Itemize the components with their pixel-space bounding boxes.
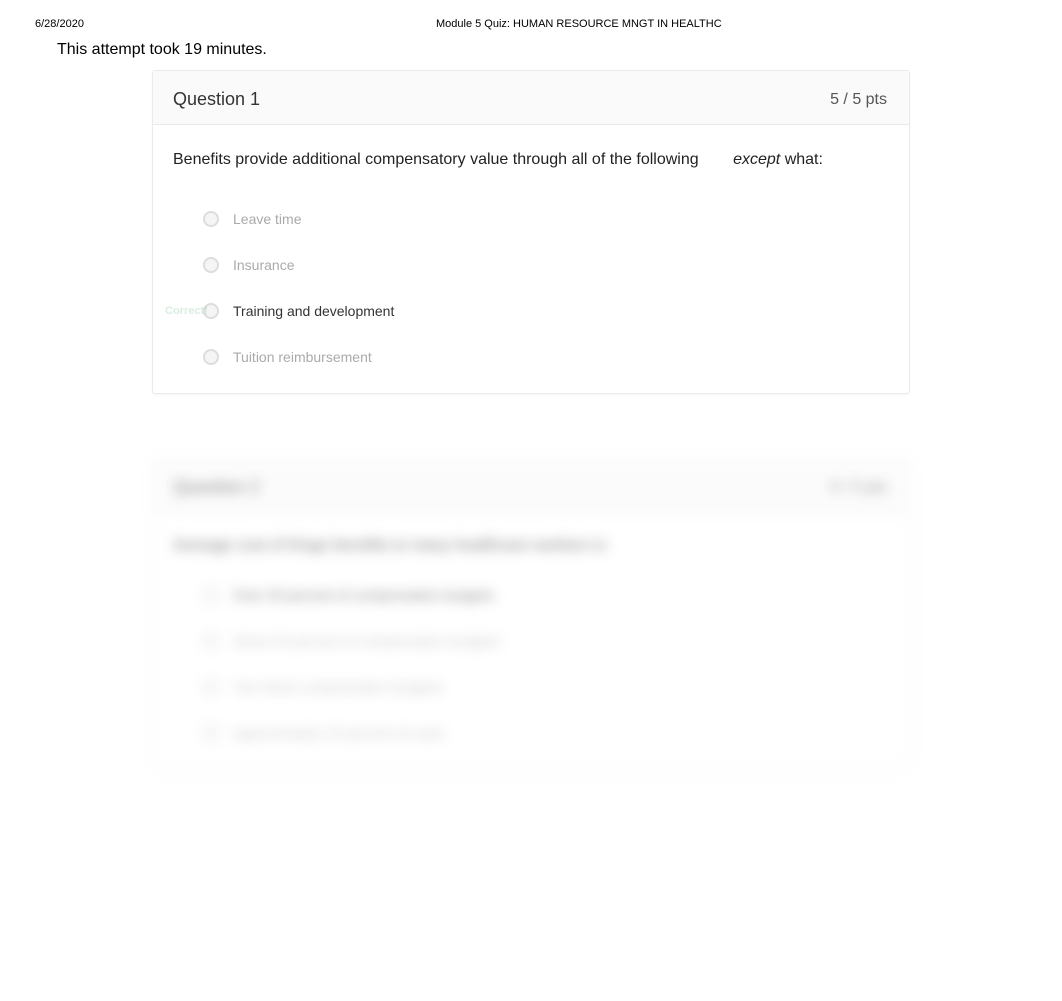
radio-icon: [203, 587, 219, 603]
answer-option: Approximately 15 percent of costs: [173, 713, 889, 753]
question-points: 5 / 5 pts: [830, 479, 887, 497]
answer-option: Leave time: [173, 199, 889, 239]
question-header: Question 1 5 / 5 pts: [153, 71, 909, 125]
question-title: Question 1: [173, 89, 260, 110]
answer-option: Two thirds compensation budgets: [173, 667, 889, 707]
radio-icon: [203, 349, 219, 365]
attempt-duration-text: This attempt took 19 minutes.: [57, 41, 267, 59]
answer-text: Over 30 percent of compensation budgets: [233, 587, 494, 603]
answer-option-correct: Correct! Training and development: [173, 291, 889, 331]
radio-icon: [203, 633, 219, 649]
answer-text: Training and development: [233, 303, 394, 319]
correct-label: Correct!: [165, 305, 208, 317]
question-1-block: Question 1 5 / 5 pts Benefits provide ad…: [152, 70, 910, 394]
answer-option: About 25 percent of compensation budgets: [173, 621, 889, 661]
answer-text: Insurance: [233, 257, 294, 273]
answer-option-correct: Over 30 percent of compensation budgets: [173, 575, 889, 615]
answer-text: Leave time: [233, 211, 301, 227]
answer-option: Tuition reimbursement: [173, 337, 889, 377]
answer-text: Two thirds compensation budgets: [233, 679, 442, 695]
answer-text: About 25 percent of compensation budgets: [233, 633, 500, 649]
radio-icon: [203, 257, 219, 273]
question-text: Benefits provide additional compensatory…: [173, 149, 889, 171]
answer-text: Approximately 15 percent of costs: [233, 725, 444, 741]
question-body: Benefits provide additional compensatory…: [153, 125, 909, 393]
question-body: Over 30 percent of compensation budgets …: [153, 575, 909, 769]
header-title: Module 5 Quiz: HUMAN RESOURCE MNGT IN HE…: [436, 18, 722, 30]
question-points: 5 / 5 pts: [830, 91, 887, 109]
answer-option: Insurance: [173, 245, 889, 285]
question-text-prefix: Benefits provide additional compensatory…: [173, 151, 699, 168]
radio-icon: [203, 679, 219, 695]
radio-icon: [203, 211, 219, 227]
question-text-except: except: [733, 151, 780, 168]
radio-icon: [203, 725, 219, 741]
answer-text: Tuition reimbursement: [233, 349, 372, 365]
question-2-block: Question 2 5 / 5 pts Average cost of fri…: [152, 458, 910, 770]
question-header: Question 2 5 / 5 pts: [153, 459, 909, 513]
header-date: 6/28/2020: [35, 18, 84, 30]
question-text: Average cost of fringe benefits to many …: [153, 513, 909, 575]
question-text-suffix: what:: [785, 151, 823, 168]
question-title: Question 2: [173, 477, 260, 498]
